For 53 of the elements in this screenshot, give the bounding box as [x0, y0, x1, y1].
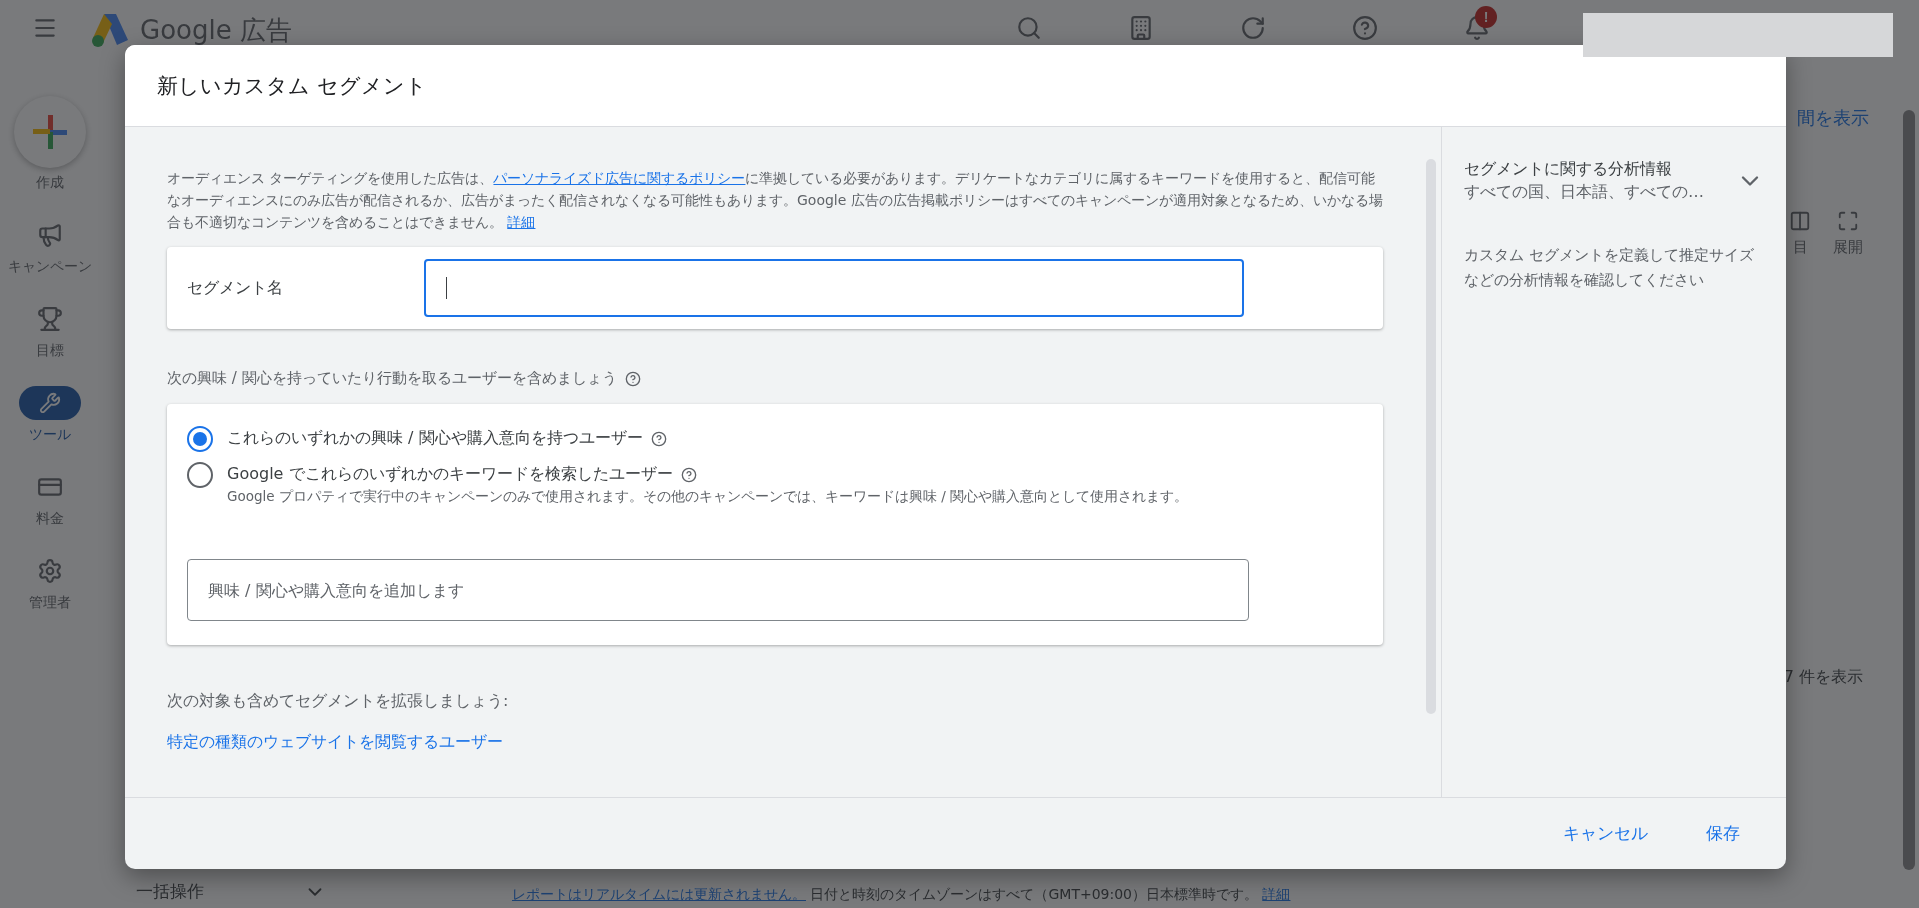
nav-item[interactable]: キャンペーン: [2, 218, 98, 276]
section-heading: 次の対象も含めてセグメントを拡張しましょう:: [167, 691, 510, 712]
nav-item[interactable]: 管理者: [2, 554, 98, 612]
help-icon[interactable]: [650, 430, 667, 447]
field-label: セグメント名: [187, 277, 284, 299]
footer-note-link[interactable]: レポートはリアルタイムには更新されません。: [512, 886, 806, 902]
account-field[interactable]: [1583, 13, 1893, 57]
refresh-icon: [1240, 15, 1266, 41]
help-icon[interactable]: [680, 466, 697, 483]
columns-icon: [1789, 210, 1811, 232]
details-link[interactable]: 詳細: [1262, 886, 1291, 902]
notification-badge: !: [1475, 6, 1497, 28]
cancel-button[interactable]: キャンセル: [1541, 812, 1670, 855]
radio-button[interactable]: [187, 462, 213, 488]
nav-item[interactable]: 作成: [2, 96, 98, 192]
help-icon[interactable]: [624, 370, 641, 387]
section-heading: 次の興味 / 関心を持っていたり行動を取るユーザーを含めましょう: [167, 369, 617, 388]
nav-item[interactable]: 料金: [2, 470, 98, 528]
insights-description: カスタム セグメントを定義して推定サイズなどの分析情報を確認してください: [1464, 245, 1754, 291]
bell-icon: [1464, 15, 1490, 41]
dialog-title: 新しいカスタム セグメント: [157, 72, 427, 100]
building-icon: [1128, 15, 1154, 41]
radio-button[interactable]: [187, 426, 213, 452]
insights-toggle[interactable]: セグメントに関する分析情報 すべての国、日本語、すべての…: [1464, 159, 1764, 203]
view-link[interactable]: 間を表示: [1797, 106, 1869, 130]
product-name: Google 広告: [140, 16, 292, 44]
megaphone-icon: [37, 222, 63, 248]
trophy-icon: [37, 306, 63, 332]
plus-icon: [33, 115, 67, 149]
bulk-actions-button[interactable]: 一括操作: [130, 879, 332, 904]
nav-item[interactable]: ツール: [2, 386, 98, 444]
segment-name-field[interactable]: [424, 259, 1244, 317]
settings-icon: [37, 558, 63, 584]
expand-icon: [1837, 210, 1859, 232]
tools-icon: [39, 392, 61, 414]
website-users-link[interactable]: 特定の種類のウェブサイトを閲覧するユーザー: [167, 732, 503, 753]
details-link[interactable]: 詳細: [507, 214, 536, 230]
rows-count: 7 件を表示: [1783, 667, 1863, 688]
option-label: これらのいずれかの興味 / 関心や購入意向を持つユーザー: [227, 428, 643, 449]
footer-note: レポートはリアルタイムには更新されません。 日付と時刻のタイムゾーンはすべて（GMT+09:00）日本標準時です。 詳細: [512, 886, 1291, 904]
option-description: Google プロパティで実行中のキャンペーンのみで使用されます。その他のキャンペーンでは、キーワードは興味 / 関心や購入意向として使用されます。: [227, 487, 1190, 505]
nav-item[interactable]: 目標: [2, 302, 98, 360]
toolbar-button[interactable]: 展開: [1833, 210, 1863, 257]
policy-text: オーディエンス ターゲティングを使用した広告は、パーソナライズド広告に関するポリシーに準拠している必要があります。デリケートなカテゴリに属するキーワードを使用すると、配信可能なオーディエンスにのみ広告が配信されるか、広告がまったく配信されなくなる可能性もあります。Google 広告の広告掲載ポリシーはすべてのキャンペーンが適用対象となるため、いかなる場合も不適切なコンテンツを含めることはできません。 詳細: [167, 169, 1383, 232]
logo-icon: [90, 12, 130, 48]
toolbar-button[interactable]: 目: [1789, 210, 1811, 257]
option-label: Google でこれらのいずれかのキーワードを検索したユーザー: [227, 464, 673, 485]
interest-input-field[interactable]: 興味 / 関心や購入意向を追加します: [187, 559, 1249, 621]
save-button[interactable]: 保存: [1684, 812, 1762, 855]
policy-link[interactable]: パーソナライズド広告に関するポリシー: [493, 170, 746, 186]
search-icon: [1016, 15, 1042, 41]
help-icon: [1352, 15, 1378, 41]
page-scrollbar[interactable]: [1903, 110, 1915, 870]
